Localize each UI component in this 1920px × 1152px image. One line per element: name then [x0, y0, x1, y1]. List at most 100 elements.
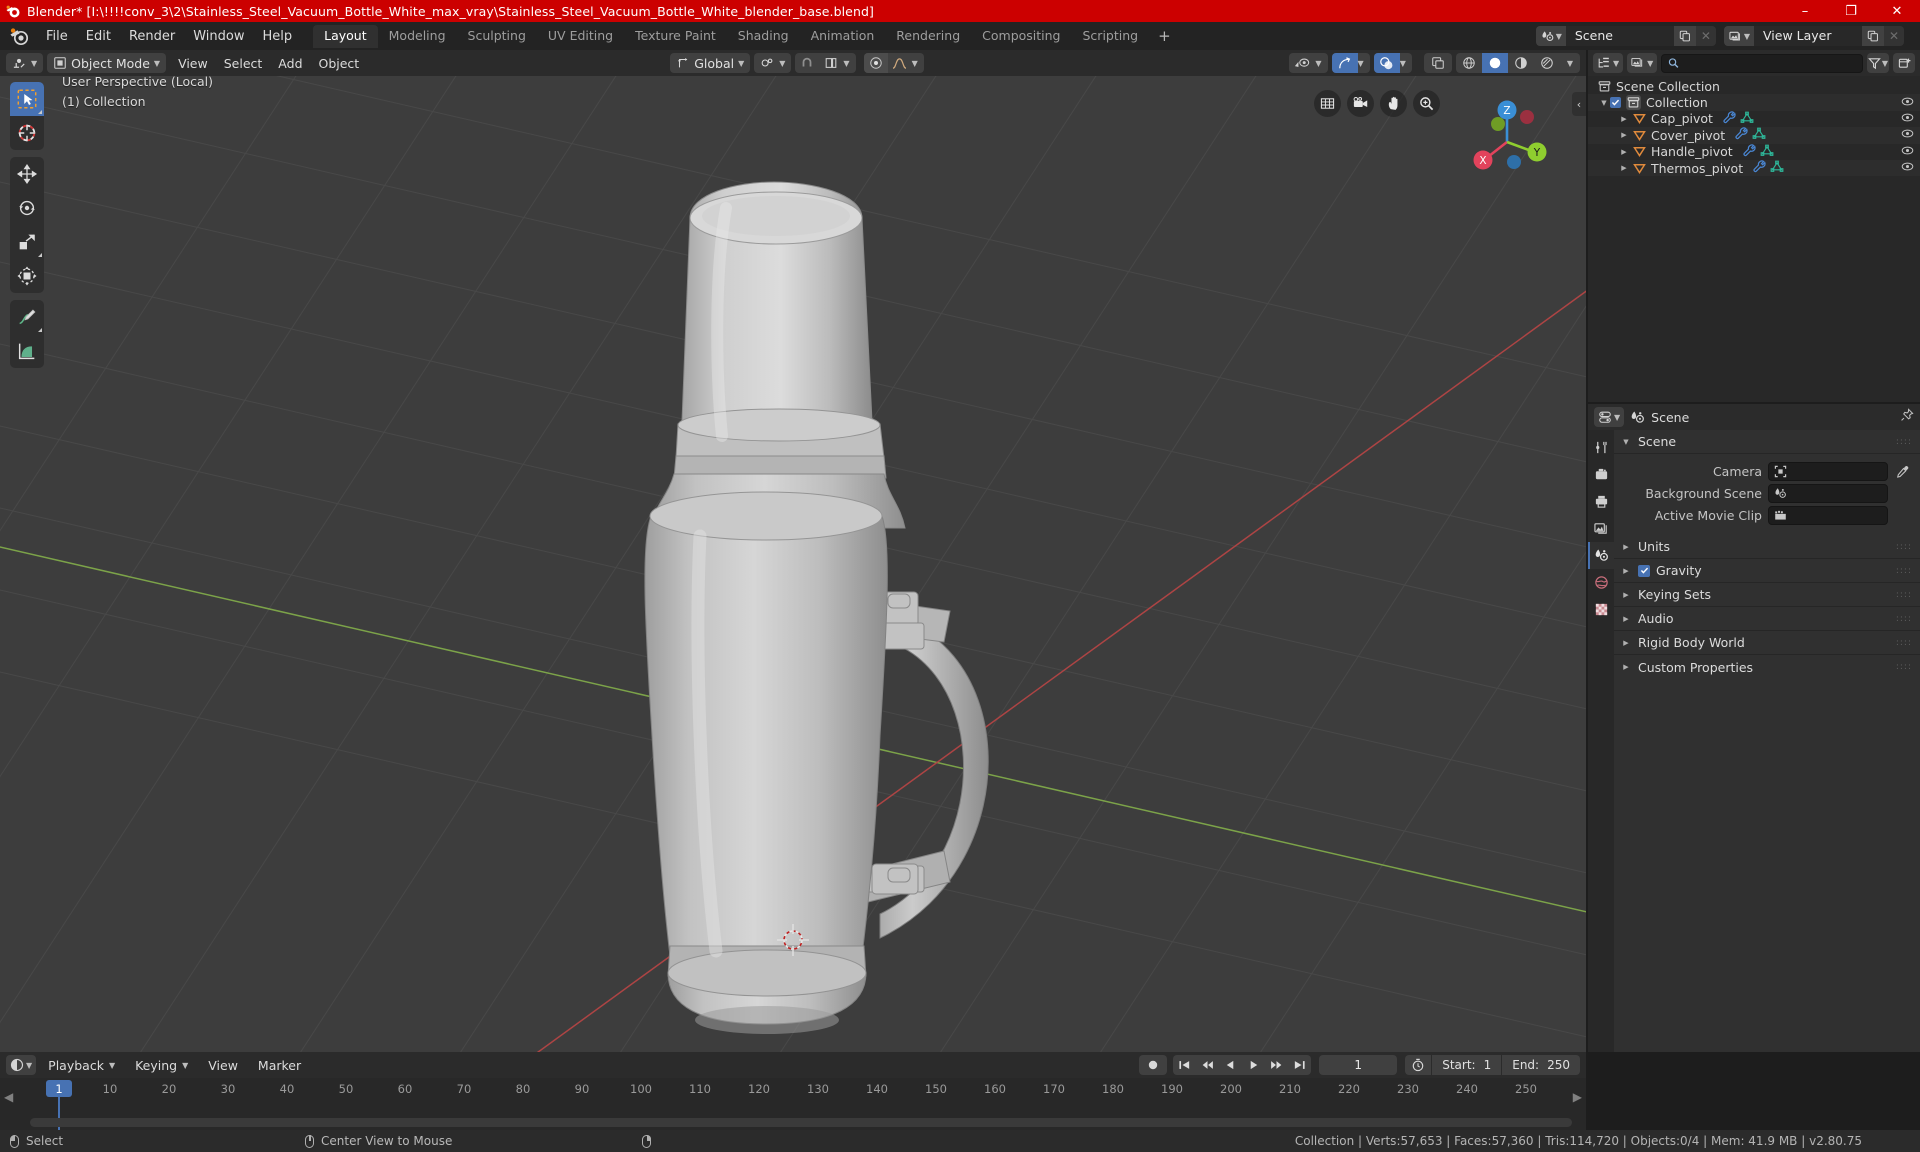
- tab-modeling[interactable]: Modeling: [378, 25, 457, 48]
- panel-drag-dots[interactable]: ::::: [1896, 614, 1912, 623]
- xray-toggle-button[interactable]: [1423, 53, 1452, 73]
- disclosure-triangle-icon[interactable]: ▶: [1620, 615, 1632, 623]
- tab-texture-paint[interactable]: Texture Paint: [624, 25, 727, 48]
- menu-edit[interactable]: Edit: [77, 26, 120, 47]
- remove-scene-button[interactable]: ✕: [1695, 26, 1716, 46]
- sidebar-expand-handle[interactable]: ‹: [1572, 92, 1586, 116]
- panel-header-gravity[interactable]: ▶ Gravity ::::: [1614, 559, 1920, 583]
- disclosure-triangle-icon[interactable]: ▼: [1598, 99, 1610, 107]
- mesh-data-icon[interactable]: [1752, 127, 1766, 143]
- chevron-down-icon[interactable]: ▼: [1560, 59, 1580, 68]
- wireframe-shading-icon[interactable]: [1456, 53, 1482, 73]
- chevron-down-icon[interactable]: ▼: [843, 59, 855, 68]
- zoom-magnifier-icon[interactable]: [1413, 90, 1440, 117]
- chevron-down-icon[interactable]: ▼: [912, 59, 924, 68]
- mesh-data-icon[interactable]: [1760, 144, 1774, 160]
- scene-browse-icon[interactable]: ▼: [1535, 26, 1566, 46]
- timeline-ruler[interactable]: 1 10 20 30 40 50 60 70 80 90 100 110 120…: [0, 1078, 1586, 1131]
- tool-cursor[interactable]: [10, 116, 44, 150]
- properties-tab-view-layer[interactable]: [1588, 515, 1614, 542]
- rendered-shading-icon[interactable]: [1534, 53, 1560, 73]
- properties-tab-tool[interactable]: [1588, 434, 1614, 461]
- outliner-search-field[interactable]: [1661, 53, 1863, 73]
- properties-tab-scene[interactable]: [1588, 542, 1614, 569]
- viewport-menu-add[interactable]: Add: [270, 53, 310, 73]
- falloff-curve-icon[interactable]: [888, 53, 912, 73]
- new-view-layer-button[interactable]: [1862, 26, 1884, 46]
- viewport-menu-view[interactable]: View: [170, 53, 216, 73]
- disclosure-triangle-icon[interactable]: ▶: [1620, 543, 1632, 551]
- movie-clip-value-field[interactable]: [1768, 506, 1888, 525]
- auto-keying-button[interactable]: [1139, 1055, 1168, 1075]
- current-frame-field[interactable]: 1: [1319, 1055, 1398, 1075]
- blender-logo-icon[interactable]: [9, 26, 29, 46]
- solid-shading-icon[interactable]: [1481, 53, 1508, 73]
- toggle-ortho-icon[interactable]: [1314, 90, 1341, 117]
- start-frame-field[interactable]: Start: 1: [1431, 1055, 1501, 1075]
- properties-tab-render[interactable]: [1588, 461, 1614, 488]
- visibility-eye-icon[interactable]: [1901, 144, 1914, 160]
- panel-drag-dots[interactable]: ::::: [1896, 638, 1912, 647]
- visibility-eye-icon[interactable]: [1901, 111, 1914, 127]
- tool-scale[interactable]: [10, 225, 44, 259]
- outliner-editor-type-button[interactable]: ▼: [1593, 53, 1624, 73]
- gizmo-toggle-group[interactable]: ▼: [1331, 53, 1370, 73]
- tool-transform[interactable]: [10, 259, 44, 293]
- jump-to-start-button[interactable]: [1173, 1055, 1196, 1075]
- gravity-checkbox[interactable]: [1638, 564, 1650, 577]
- material-preview-shading-icon[interactable]: [1508, 53, 1534, 73]
- proportional-edit-icon[interactable]: [863, 53, 888, 73]
- panel-drag-dots[interactable]: ::::: [1896, 566, 1912, 575]
- outliner-row-thermos-pivot[interactable]: ▶ Thermos_pivot: [1588, 159, 1920, 177]
- 3d-viewport[interactable]: User Perspective (Local) (1) Collection: [0, 76, 1586, 1052]
- view-layer-selector[interactable]: ▼ View Layer ✕: [1723, 26, 1904, 46]
- wrench-icon[interactable]: [1753, 160, 1766, 176]
- tab-uv-editing[interactable]: UV Editing: [537, 25, 624, 48]
- remove-view-layer-button[interactable]: ✕: [1884, 26, 1904, 46]
- jump-to-end-button[interactable]: [1288, 1055, 1311, 1075]
- outliner-filter-button[interactable]: ▼: [1867, 53, 1889, 73]
- scene-name-value[interactable]: Scene: [1566, 26, 1674, 46]
- previous-keyframe-button[interactable]: [1196, 1055, 1219, 1075]
- disclosure-triangle-icon[interactable]: ▶: [1618, 131, 1630, 139]
- viewport-menu-select[interactable]: Select: [216, 53, 271, 73]
- mesh-data-icon[interactable]: [1770, 160, 1784, 176]
- outliner-display-mode-button[interactable]: ▼: [1627, 53, 1658, 73]
- properties-tab-texture[interactable]: [1588, 596, 1614, 623]
- timeline-scroll-right-arrow[interactable]: ▶: [1573, 1090, 1582, 1104]
- overlays-toggle-group[interactable]: ▼: [1373, 53, 1412, 73]
- snap-magnet-icon[interactable]: [795, 53, 819, 73]
- interaction-mode-selector[interactable]: Object Mode ▼: [47, 53, 167, 73]
- scene-selector[interactable]: ▼ Scene ✕: [1535, 26, 1716, 46]
- visibility-eye-icon[interactable]: [1901, 95, 1914, 111]
- disclosure-triangle-icon[interactable]: ▶: [1620, 663, 1632, 671]
- wrench-icon[interactable]: [1723, 111, 1736, 127]
- viewport-menu-object[interactable]: Object: [311, 53, 368, 73]
- panel-header-audio[interactable]: ▶ Audio ::::: [1614, 607, 1920, 631]
- panel-header-custom-properties[interactable]: ▶ Custom Properties ::::: [1614, 655, 1920, 679]
- disclosure-triangle-icon[interactable]: ▶: [1620, 567, 1632, 575]
- view-layer-browse-icon[interactable]: ▼: [1723, 26, 1754, 46]
- menu-window[interactable]: Window: [184, 26, 253, 47]
- disclosure-triangle-icon[interactable]: ▼: [1620, 438, 1632, 446]
- panel-header-units[interactable]: ▶ Units ::::: [1614, 535, 1920, 559]
- visibility-eye-icon[interactable]: [1901, 127, 1914, 143]
- minimize-button[interactable]: –: [1782, 0, 1828, 22]
- view-layer-name-value[interactable]: View Layer: [1754, 26, 1862, 46]
- timeline-menu-keying[interactable]: Keying ▼: [127, 1055, 196, 1075]
- tool-annotate[interactable]: [10, 300, 44, 334]
- properties-tab-world[interactable]: [1588, 569, 1614, 596]
- tool-rotate[interactable]: [10, 191, 44, 225]
- wrench-icon[interactable]: [1735, 127, 1748, 143]
- tool-measure[interactable]: [10, 334, 44, 368]
- timeline-menu-playback[interactable]: Playback ▼: [40, 1055, 123, 1075]
- timeline-menu-view[interactable]: View: [200, 1055, 246, 1075]
- maximize-button[interactable]: ❐: [1828, 0, 1874, 22]
- tab-sculpting[interactable]: Sculpting: [457, 25, 537, 48]
- properties-tab-output[interactable]: [1588, 488, 1614, 515]
- disclosure-triangle-icon[interactable]: ▶: [1620, 639, 1632, 647]
- menu-file[interactable]: File: [37, 26, 77, 47]
- panel-drag-dots[interactable]: ::::: [1896, 663, 1912, 672]
- panel-header-keying-sets[interactable]: ▶ Keying Sets ::::: [1614, 583, 1920, 607]
- disclosure-triangle-icon[interactable]: ▶: [1618, 164, 1630, 172]
